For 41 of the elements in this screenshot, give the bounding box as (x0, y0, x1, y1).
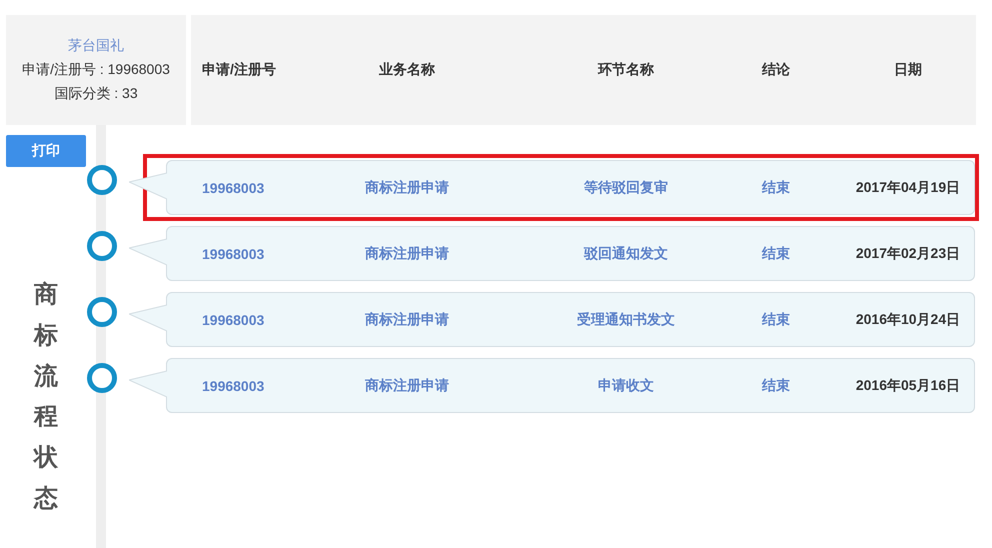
result-cell: 结束 (762, 244, 790, 262)
result-cell: 结束 (762, 310, 790, 328)
column-header: 申请/注册号 (202, 61, 276, 79)
record-card[interactable]: 19968003 商标注册申请 等待驳回复审 结束 2017年04月19日 (166, 160, 975, 215)
result-cell: 结束 (762, 376, 790, 394)
date-cell: 2017年02月23日 (856, 244, 960, 262)
pointer-icon (129, 172, 167, 200)
record-card[interactable]: 19968003 商标注册申请 驳回通知发文 结束 2017年02月23日 (166, 226, 975, 281)
column-header: 业务名称 (379, 61, 435, 79)
column-header: 日期 (894, 61, 922, 79)
step-cell: 驳回通知发文 (584, 244, 668, 262)
date-cell: 2016年10月24日 (856, 310, 960, 328)
business-cell: 商标注册申请 (365, 178, 449, 196)
registration-cell: 19968003 (202, 312, 264, 328)
business-cell: 商标注册申请 (365, 244, 449, 262)
record-card[interactable]: 19968003 商标注册申请 受理通知书发文 结束 2016年10月24日 (166, 292, 975, 347)
side-title: 商标流程状态 (34, 280, 58, 514)
timeline-node-icon (87, 363, 117, 393)
date-cell: 2016年05月16日 (856, 376, 960, 394)
date-cell: 2017年04月19日 (856, 178, 960, 196)
business-cell: 商标注册申请 (365, 376, 449, 394)
result-cell: 结束 (762, 178, 790, 196)
registration-cell: 19968003 (202, 246, 264, 262)
record-card[interactable]: 19968003 商标注册申请 申请收文 结束 2016年05月16日 (166, 358, 975, 413)
step-cell: 申请收文 (598, 376, 654, 394)
pointer-icon (129, 238, 167, 266)
mark-name: 茅台国礼 (68, 37, 124, 55)
business-cell: 商标注册申请 (365, 310, 449, 328)
step-cell: 等待驳回复审 (584, 178, 668, 196)
registration-number: 申请/注册号 : 19968003 (22, 61, 170, 79)
step-cell: 受理通知书发文 (577, 310, 675, 328)
pointer-icon (129, 370, 167, 398)
timeline-node-icon (87, 165, 117, 195)
timeline-node-icon (87, 297, 117, 327)
timeline-node-icon (87, 231, 117, 261)
pointer-icon (129, 304, 167, 332)
column-header: 结论 (762, 61, 790, 79)
registration-cell: 19968003 (202, 378, 264, 394)
column-header: 环节名称 (598, 61, 654, 79)
registration-cell: 19968003 (202, 180, 264, 196)
class-number: 国际分类 : 33 (54, 85, 138, 103)
